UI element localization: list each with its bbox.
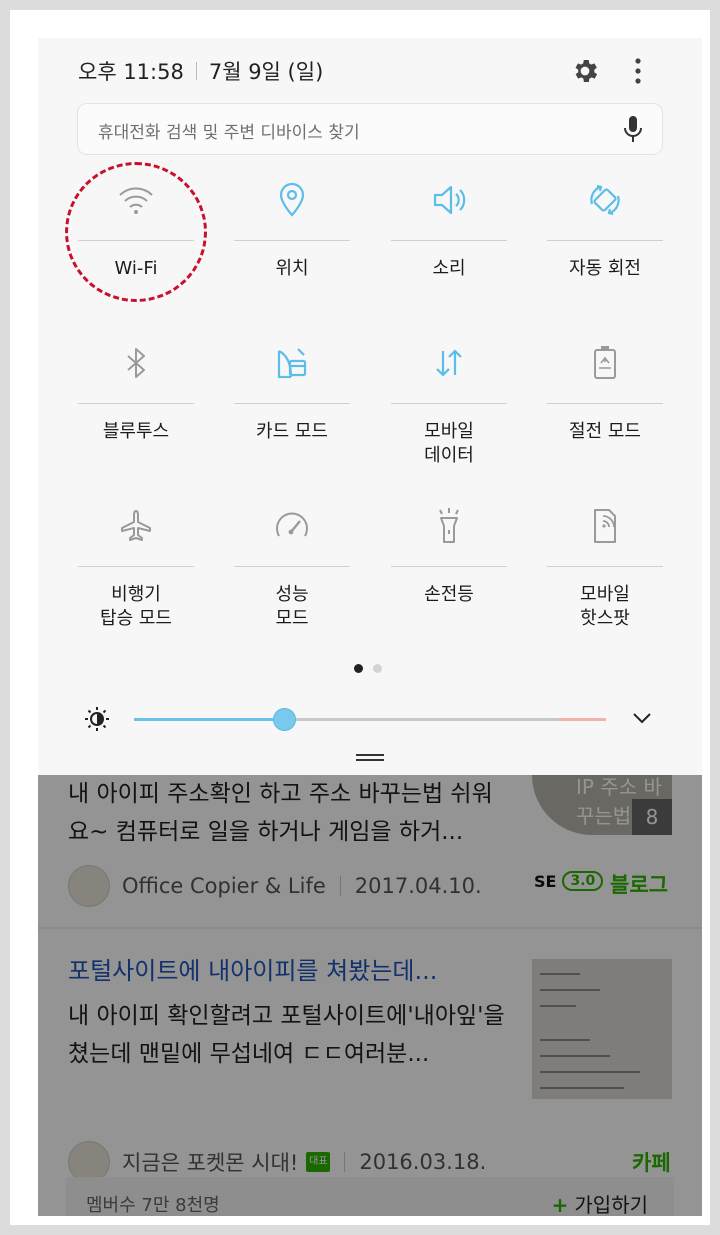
result-date: 2017.04.10. bbox=[354, 874, 482, 898]
result-thumbnail[interactable]: IP 주소 바꾸는법 8 bbox=[532, 775, 672, 835]
result-author[interactable]: 지금은 포켓몬 시대! bbox=[122, 1147, 298, 1177]
thumbnail-text-line bbox=[540, 1087, 624, 1089]
tile-label: 블루투스 bbox=[102, 421, 170, 442]
tile-divider bbox=[391, 403, 507, 404]
handle-line bbox=[356, 759, 384, 761]
tile-divider bbox=[391, 240, 507, 241]
bluetooth-icon bbox=[127, 348, 145, 378]
result-title[interactable]: 포털사이트에 내아이피를 쳐봤는데... bbox=[68, 951, 437, 986]
cafe-badge: 대표 bbox=[306, 1152, 331, 1172]
tile-divider bbox=[234, 403, 350, 404]
search-placeholder: 휴대전화 검색 및 주변 디바이스 찾기 bbox=[98, 123, 360, 143]
tile-label: 소리 bbox=[432, 258, 466, 279]
brightness-icon bbox=[85, 707, 109, 731]
panel-drag-handle[interactable] bbox=[356, 754, 384, 764]
airplane-icon bbox=[121, 510, 151, 541]
result-snippet[interactable]: 내 아이피 확인할려고 포털사이트에'내아잎'을 쳤는데 맨밑에 무섭네여 ㄷㄷ… bbox=[68, 997, 508, 1073]
result-meta: Office Copier & Life 2017.04.10. bbox=[68, 865, 482, 907]
result-divider bbox=[38, 927, 702, 929]
search-results: 내 아이피 주소확인 하고 주소 바꾸는법 쉬워요~ 컴퓨터로 일을 하거나 게… bbox=[38, 775, 702, 1216]
thumbnail-count: 8 bbox=[632, 799, 672, 835]
se-version: 3.0 bbox=[562, 871, 604, 891]
thumbnail-text-line bbox=[540, 973, 580, 975]
hotspot-icon bbox=[594, 509, 616, 543]
meta-separator bbox=[339, 876, 341, 896]
page-dot-active[interactable] bbox=[354, 664, 363, 673]
thumbnail-text-line bbox=[540, 1039, 590, 1041]
thumbnail-text-line bbox=[540, 989, 600, 991]
tile-label: 모바일 핫스팟 bbox=[580, 584, 630, 629]
status-separator bbox=[195, 62, 197, 80]
tile-label: 손전등 bbox=[424, 584, 474, 605]
status-date: 7월 9일 (일) bbox=[208, 60, 324, 84]
tile-divider bbox=[78, 566, 194, 567]
thumbnail-text-line bbox=[540, 1071, 640, 1073]
tile-divider bbox=[234, 240, 350, 241]
brightness-slider-thumb[interactable] bbox=[273, 708, 297, 731]
auto-rotate-icon bbox=[590, 184, 620, 216]
status-time: 오후 11:58 bbox=[78, 60, 184, 84]
card-mode-icon bbox=[277, 348, 307, 379]
sound-icon bbox=[433, 185, 466, 215]
tile-label: 카드 모드 bbox=[256, 421, 328, 442]
avatar[interactable] bbox=[68, 865, 110, 907]
se-label: SE bbox=[534, 871, 557, 891]
plus-icon: + bbox=[551, 1193, 569, 1216]
quick-settings-panel: 오후 11:58 7월 9일 (일) 휴대전화 검색 및 주변 디바이스 찾기 bbox=[38, 38, 702, 775]
tile-divider bbox=[547, 566, 663, 567]
brightness-slider-fill bbox=[134, 718, 286, 721]
location-icon bbox=[279, 182, 305, 217]
microphone-icon[interactable] bbox=[620, 114, 646, 144]
result-source[interactable]: 카페 bbox=[632, 1147, 671, 1177]
tile-label: 자동 회전 bbox=[569, 258, 641, 279]
performance-icon bbox=[276, 512, 308, 537]
power-saving-icon bbox=[594, 346, 616, 379]
tile-divider bbox=[391, 566, 507, 567]
tile-divider bbox=[547, 240, 663, 241]
more-options-icon[interactable] bbox=[628, 56, 648, 86]
join-button[interactable]: + 가입하기 bbox=[552, 1189, 648, 1216]
result-thumbnail[interactable] bbox=[532, 959, 672, 1099]
status-bar: 오후 11:58 7월 9일 (일) bbox=[78, 56, 323, 86]
result-source[interactable]: 블로그 bbox=[610, 869, 668, 899]
meta-separator bbox=[344, 1152, 346, 1172]
tile-label: 절전 모드 bbox=[569, 421, 641, 442]
member-count: 멤버수 7만 8천명 bbox=[86, 1195, 220, 1216]
wifi-highlight-annotation bbox=[65, 162, 207, 302]
mobile-data-icon bbox=[436, 349, 462, 377]
tile-label: 성능 모드 bbox=[275, 584, 309, 629]
chevron-down-icon[interactable] bbox=[630, 706, 654, 730]
page-indicator bbox=[354, 664, 382, 673]
tile-divider bbox=[78, 403, 194, 404]
search-bar[interactable]: 휴대전화 검색 및 주변 디바이스 찾기 bbox=[77, 103, 663, 155]
brightness-slider-track[interactable] bbox=[134, 718, 606, 721]
tile-label: 비행기 탑승 모드 bbox=[100, 584, 172, 629]
join-label: 가입하기 bbox=[574, 1193, 648, 1216]
result-date: 2016.03.18. bbox=[359, 1150, 487, 1174]
result-author[interactable]: Office Copier & Life bbox=[122, 874, 326, 898]
thumbnail-text-line bbox=[540, 1005, 576, 1007]
brightness-slider-high-zone bbox=[558, 718, 606, 721]
flashlight-icon bbox=[439, 508, 459, 543]
page-dot[interactable] bbox=[373, 664, 382, 673]
tile-label: 위치 bbox=[275, 258, 309, 279]
result-snippet[interactable]: 내 아이피 주소확인 하고 주소 바꾸는법 쉬워요~ 컴퓨터로 일을 하거나 게… bbox=[68, 775, 508, 851]
gear-icon[interactable] bbox=[570, 56, 600, 86]
tile-label: 모바일 데이터 bbox=[424, 421, 474, 466]
thumbnail-text-line bbox=[540, 1055, 610, 1057]
handle-line bbox=[356, 754, 384, 756]
cafe-member-bar: 멤버수 7만 8천명 + 가입하기 bbox=[66, 1177, 674, 1216]
tile-divider bbox=[547, 403, 663, 404]
tile-divider bbox=[234, 566, 350, 567]
phone-screen: 오후 11:58 7월 9일 (일) 휴대전화 검색 및 주변 디바이스 찾기 bbox=[38, 38, 702, 1216]
se-version-badge: SE 3.0 bbox=[534, 871, 604, 891]
screenshot-frame: 오후 11:58 7월 9일 (일) 휴대전화 검색 및 주변 디바이스 찾기 bbox=[10, 10, 710, 1225]
